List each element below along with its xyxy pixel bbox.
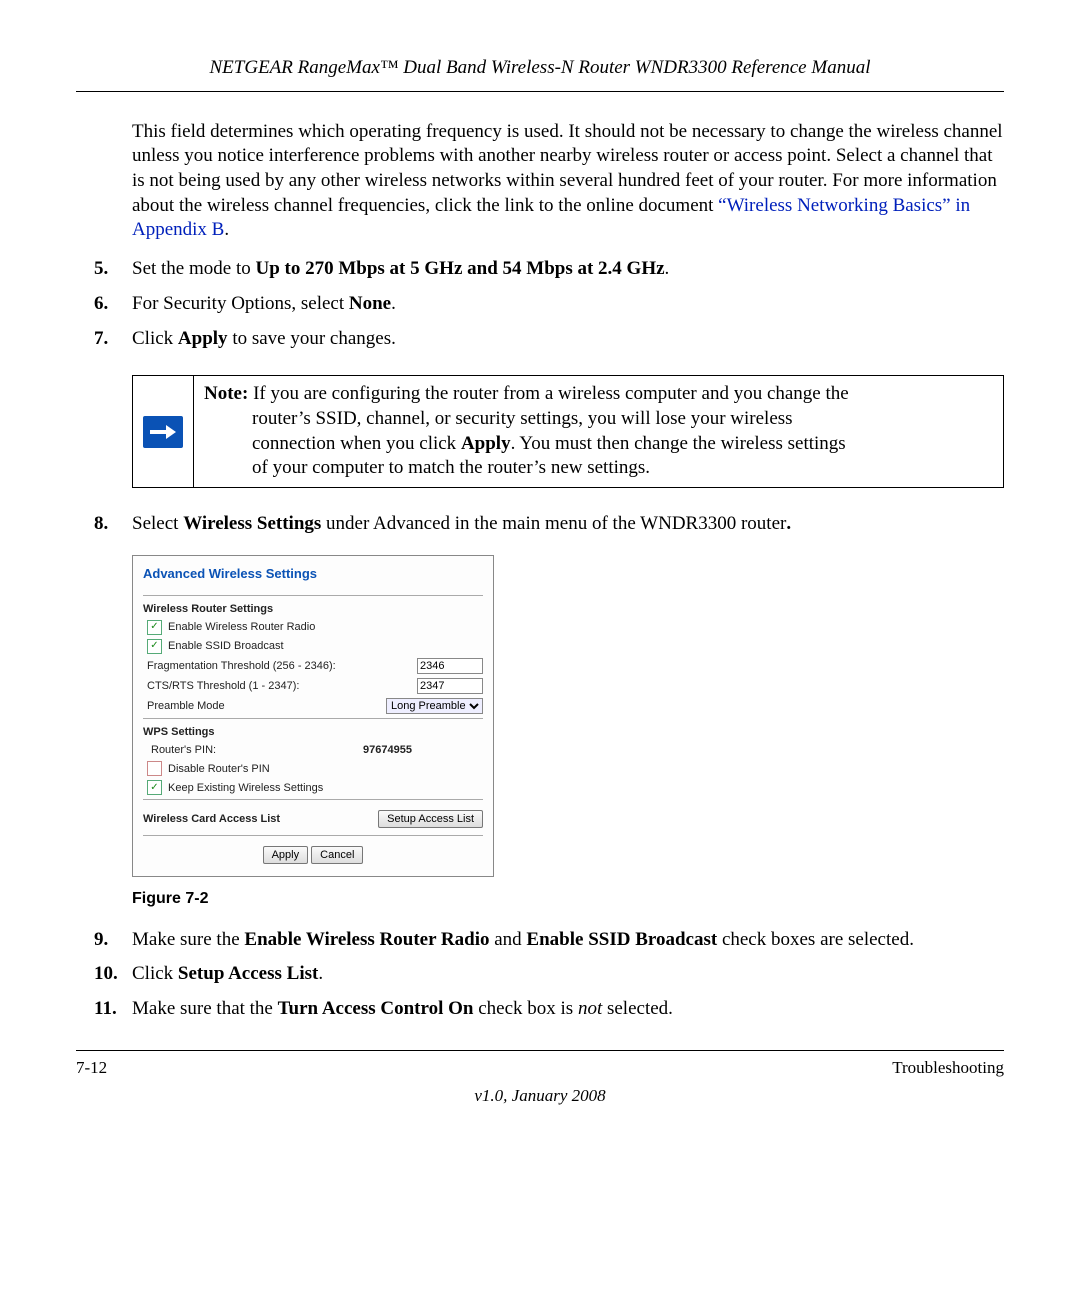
step-body: Select Wireless Settings under Advanced … — [132, 512, 1004, 537]
label-cts-threshold: CTS/RTS Threshold (1 - 2347): — [147, 679, 417, 693]
step-body: Click Apply to save your changes. — [132, 327, 1004, 352]
page-number: 7-12 — [76, 1057, 107, 1079]
step-number: 10. — [94, 962, 132, 987]
figure-caption: Figure 7-2 — [132, 889, 1004, 910]
arrow-icon — [143, 416, 183, 448]
section-wps: WPS Settings — [143, 725, 483, 739]
panel-title: Advanced Wireless Settings — [143, 566, 483, 583]
note-box: Note: If you are configuring the router … — [132, 375, 1004, 488]
steps-list: 8. Select Wireless Settings under Advanc… — [94, 512, 1004, 537]
settings-screenshot: Advanced Wireless Settings Wireless Rout… — [132, 555, 494, 877]
cancel-button[interactable]: Cancel — [311, 846, 363, 864]
label-enable-ssid: Enable SSID Broadcast — [168, 639, 483, 653]
step-number: 6. — [94, 292, 132, 317]
checkbox-keep-settings[interactable]: ✓ — [147, 780, 162, 795]
note-icon-cell — [133, 376, 194, 487]
step-body: For Security Options, select None. — [132, 292, 1004, 317]
page-footer: 7-12 Troubleshooting — [76, 1050, 1004, 1079]
label-frag-threshold: Fragmentation Threshold (256 - 2346): — [147, 659, 417, 673]
step-body: Make sure the Enable Wireless Router Rad… — [132, 928, 1004, 953]
label-keep-settings: Keep Existing Wireless Settings — [168, 781, 483, 795]
section-access-list: Wireless Card Access List — [143, 812, 378, 826]
checkbox-enable-radio[interactable]: ✓ — [147, 620, 162, 635]
step-body: Set the mode to Up to 270 Mbps at 5 GHz … — [132, 257, 1004, 282]
step-number: 5. — [94, 257, 132, 282]
apply-button[interactable]: Apply — [263, 846, 309, 864]
page-header: NETGEAR RangeMax™ Dual Band Wireless-N R… — [76, 56, 1004, 92]
input-frag-threshold[interactable] — [417, 658, 483, 674]
section-wireless-router: Wireless Router Settings — [143, 602, 483, 616]
label-disable-pin: Disable Router's PIN — [168, 762, 483, 776]
step-body: Click Setup Access List. — [132, 962, 1004, 987]
checkbox-enable-ssid[interactable]: ✓ — [147, 639, 162, 654]
label-router-pin: Router's PIN: — [151, 743, 363, 757]
intro-period: . — [224, 219, 229, 240]
setup-access-list-button[interactable]: Setup Access List — [378, 810, 483, 828]
input-cts-threshold[interactable] — [417, 678, 483, 694]
step-number: 9. — [94, 928, 132, 953]
footer-section: Troubleshooting — [892, 1057, 1004, 1079]
select-preamble-mode[interactable]: Long Preamble — [386, 698, 483, 714]
step-number: 8. — [94, 512, 132, 537]
steps-list: 9. Make sure the Enable Wireless Router … — [94, 928, 1004, 1022]
label-enable-radio: Enable Wireless Router Radio — [168, 620, 483, 634]
step-number: 11. — [94, 997, 132, 1022]
step-number: 7. — [94, 327, 132, 352]
version-line: v1.0, January 2008 — [76, 1085, 1004, 1107]
intro-paragraph: This field determines which operating fr… — [132, 120, 1004, 243]
label-preamble-mode: Preamble Mode — [147, 699, 386, 713]
note-text: Note: If you are configuring the router … — [194, 376, 859, 487]
checkbox-disable-pin[interactable]: ✓ — [147, 761, 162, 776]
step-body: Make sure that the Turn Access Control O… — [132, 997, 1004, 1022]
value-router-pin: 97674955 — [363, 743, 483, 757]
steps-list: 5. Set the mode to Up to 270 Mbps at 5 G… — [94, 257, 1004, 351]
